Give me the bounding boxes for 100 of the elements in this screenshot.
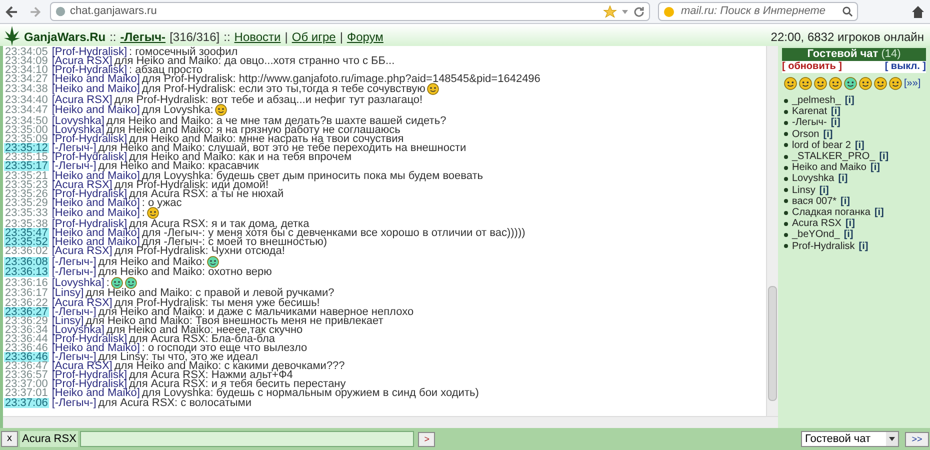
user-name[interactable]: Сладкая поганка — [792, 207, 870, 218]
address-bar[interactable]: chat.ganjawars.ru — [50, 2, 650, 21]
info-link[interactable]: [i] — [845, 218, 855, 230]
author-name[interactable]: [Prof-Hydralisk] — [52, 152, 128, 162]
user-name[interactable]: lord of bear 2 — [792, 140, 851, 152]
channel-select[interactable]: Гостевой чат — [801, 431, 899, 447]
author-name[interactable]: [Acura RSX] — [52, 94, 112, 105]
user-name[interactable]: вася 007* — [792, 196, 837, 208]
author-name[interactable]: [Prof-Hydralisk] — [52, 134, 128, 144]
author-name[interactable]: [Heiko and Maiko] — [52, 74, 140, 84]
smiley-icon[interactable] — [799, 77, 812, 90]
info-link[interactable]: [i] — [831, 106, 840, 118]
scrollbar[interactable] — [766, 46, 778, 416]
smiley-icon[interactable] — [814, 77, 827, 90]
info-link[interactable]: [i] — [844, 95, 854, 106]
user-name[interactable]: _pelmesh_ — [792, 95, 841, 106]
star-icon[interactable] — [603, 4, 617, 18]
nav-link[interactable]: Новости — [234, 28, 281, 46]
leaf-logo-icon[interactable] — [4, 26, 20, 46]
author-name[interactable]: [Acura RSX] — [52, 361, 112, 372]
author-name[interactable]: [Lovyshka] — [52, 278, 104, 288]
message-text: для Prof-Hydralisk: Чухни отсюда! — [114, 246, 285, 256]
bullet-icon — [784, 177, 788, 182]
author-name[interactable]: [Prof-Hydralisk] — [52, 64, 128, 75]
reload-icon[interactable] — [633, 6, 645, 18]
info-link[interactable]: [i] — [858, 240, 868, 252]
message-input[interactable] — [80, 431, 414, 447]
nav-link[interactable]: Форум — [346, 28, 384, 46]
author-name[interactable]: [Heiko and Maiko] — [52, 388, 140, 398]
smiley-icon[interactable] — [874, 77, 887, 90]
horizontal-scrollbar[interactable] — [3, 416, 778, 428]
info-link[interactable]: [i] — [870, 162, 880, 174]
dropdown-icon[interactable] — [621, 8, 629, 16]
more-smileys-link[interactable]: [»»] — [904, 76, 921, 91]
send-button[interactable]: > — [418, 432, 436, 446]
scroll-thumb[interactable] — [768, 286, 777, 401]
info-link[interactable]: [i] — [874, 207, 884, 218]
author-name[interactable]: [Lovyshka] — [52, 125, 104, 136]
author-name[interactable]: [Prof-Hydralisk] — [52, 370, 128, 380]
go-button[interactable]: >> — [905, 432, 929, 446]
smiley-icon[interactable] — [784, 77, 797, 90]
author-name[interactable]: [Heiko and Maiko] — [52, 84, 140, 94]
info-link[interactable]: [i] — [840, 196, 850, 208]
info-link[interactable]: [i] — [838, 173, 848, 185]
user-name[interactable]: Lovyshka — [792, 173, 834, 185]
user-name[interactable]: Orson — [792, 128, 820, 140]
user-name[interactable]: Prof-Hydralisk — [792, 240, 855, 252]
author-name[interactable]: [Lovyshka] — [52, 116, 104, 126]
author-name[interactable]: [Heiko and Maiko] — [52, 208, 140, 218]
user-name[interactable]: Heiko and Maiko — [792, 162, 866, 174]
author-name[interactable]: [Prof-Hydralisk] — [52, 218, 128, 229]
author-name[interactable]: [Prof-Hydralisk] — [52, 334, 128, 344]
author-name[interactable]: [Prof-Hydralisk] — [52, 188, 128, 199]
user-name[interactable]: _beYOnd_ — [792, 229, 840, 241]
smiley-icon[interactable] — [844, 77, 857, 90]
info-link[interactable]: [i] — [879, 151, 889, 162]
user-link[interactable]: -Легыч- — [120, 28, 166, 46]
author-name[interactable]: [-Легыч-] — [52, 352, 96, 362]
refresh-link[interactable]: [ обновить ] — [782, 61, 842, 73]
smiley-icon[interactable] — [859, 77, 872, 90]
author-name[interactable]: [Prof-Hydralisk] — [52, 46, 128, 57]
author-name[interactable]: [-Легыч-] — [52, 398, 96, 408]
author-name[interactable]: [Linsy] — [52, 288, 84, 298]
author-name[interactable]: [Acura RSX] — [52, 298, 112, 308]
user-name[interactable]: -Легыч- — [792, 117, 827, 129]
author-name[interactable]: [-Легыч-] — [52, 256, 96, 267]
author-name[interactable]: [Lovyshka] — [52, 324, 104, 335]
author-name[interactable]: [Heiko and Maiko] — [52, 170, 140, 181]
author-name[interactable]: [Heiko and Maiko] — [52, 198, 140, 208]
author-name[interactable]: [Acura RSX] — [52, 180, 112, 190]
author-name[interactable]: [Prof-Hydralisk] — [52, 379, 128, 390]
clear-button[interactable]: x — [1, 431, 18, 447]
info-link[interactable]: [i] — [823, 128, 833, 140]
info-link[interactable]: [i] — [830, 117, 840, 129]
search-field[interactable]: mail.ru: Поиск в Интернете — [658, 2, 858, 21]
smiley-icon[interactable] — [829, 77, 842, 90]
back-icon[interactable] — [4, 4, 20, 20]
user-name[interactable]: Acura RSX — [792, 218, 842, 230]
info-link[interactable]: [i] — [854, 140, 864, 152]
user-name[interactable]: Linsy — [792, 184, 816, 196]
author-name[interactable]: [Heiko and Maiko] — [52, 237, 140, 248]
author-name[interactable]: [Heiko and Maiko] — [52, 105, 140, 116]
search-icon[interactable] — [842, 6, 853, 17]
author-name[interactable]: [-Легыч-] — [52, 161, 96, 172]
user-name[interactable]: _STALKER_PRO_ — [792, 151, 876, 162]
author-name[interactable]: [Heiko and Maiko] — [52, 342, 140, 353]
author-name[interactable]: [-Легыч-] — [52, 267, 96, 278]
author-name[interactable]: [Heiko and Maiko] — [52, 228, 140, 238]
info-link[interactable]: [i] — [844, 229, 854, 241]
user-name[interactable]: Karenat — [792, 106, 828, 118]
smiley-icon[interactable] — [889, 77, 902, 90]
nav-link[interactable]: Об игре — [292, 28, 336, 46]
author-name[interactable]: [Acura RSX] — [52, 56, 112, 66]
home-icon[interactable] — [910, 4, 926, 20]
off-link[interactable]: [ выкл. ] — [884, 61, 926, 73]
author-name[interactable]: [-Легыч-] — [52, 306, 96, 317]
author-name[interactable]: [Linsy] — [52, 316, 84, 326]
info-link[interactable]: [i] — [819, 184, 829, 196]
author-name[interactable]: [Acura RSX] — [52, 246, 112, 256]
author-name[interactable]: [-Легыч-] — [52, 143, 96, 154]
